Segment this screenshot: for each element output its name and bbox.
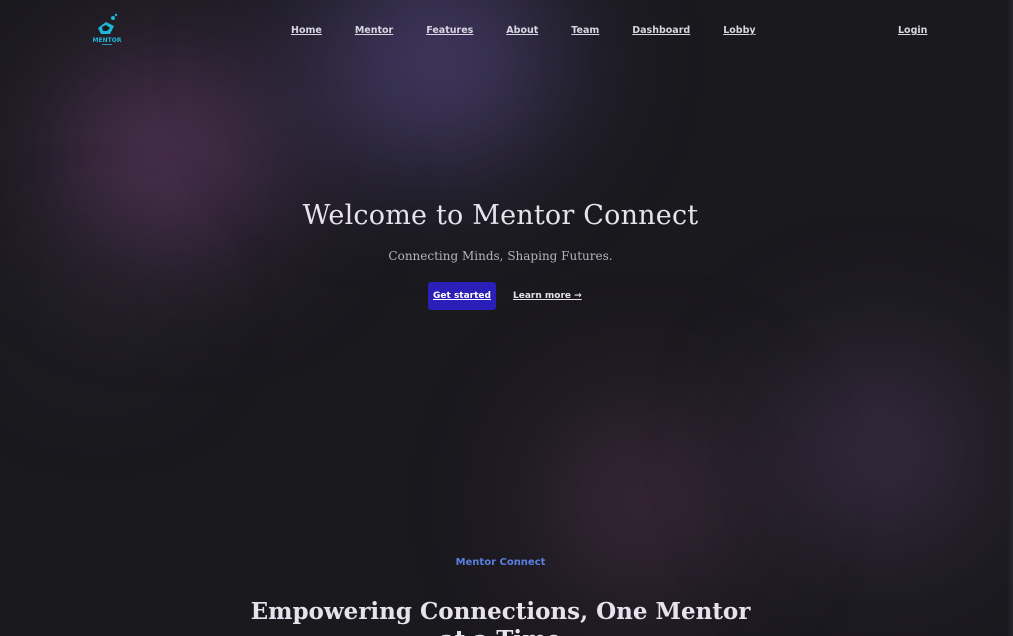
main-nav: Home Mentor Features About Team Dashboar…	[291, 25, 789, 36]
mentor-logo-icon: MENTOR	[93, 13, 122, 45]
learn-more-link[interactable]: Learn more →	[513, 291, 582, 301]
background-glow	[760, 320, 1000, 580]
nav-link-dashboard[interactable]: Dashboard	[632, 25, 690, 36]
nav-link-team[interactable]: Team	[571, 25, 599, 36]
hero-title: Welcome to Mentor Connect	[302, 200, 699, 232]
section-title-line: at a Time	[0, 626, 1001, 636]
hero-subtitle: Connecting Minds, Shaping Futures.	[388, 249, 613, 263]
get-started-button[interactable]: Get started	[428, 282, 496, 310]
nav-link-features[interactable]: Features	[426, 25, 473, 36]
section-title: Empowering Connections, One Mentor at a …	[0, 598, 1001, 636]
nav-link-mentor[interactable]: Mentor	[355, 25, 393, 36]
top-navigation: MENTOR Home Mentor Features About Team D…	[0, 0, 1013, 64]
nav-link-about[interactable]: About	[506, 25, 538, 36]
background-glow	[520, 380, 760, 620]
background-glow	[0, 250, 200, 370]
scrollbar-track[interactable]	[1007, 0, 1013, 636]
mentor-logo[interactable]: MENTOR	[92, 12, 122, 48]
login-link[interactable]: Login	[898, 25, 927, 36]
nav-link-home[interactable]: Home	[291, 25, 322, 36]
logo-wordmark: MENTOR	[93, 37, 122, 44]
hero-actions: Get started Learn more →	[428, 282, 582, 310]
page-background	[0, 0, 1013, 636]
section-title-line: Empowering Connections, One Mentor	[250, 598, 751, 626]
nav-link-lobby[interactable]: Lobby	[723, 25, 755, 36]
section-kicker: Mentor Connect	[455, 557, 546, 568]
